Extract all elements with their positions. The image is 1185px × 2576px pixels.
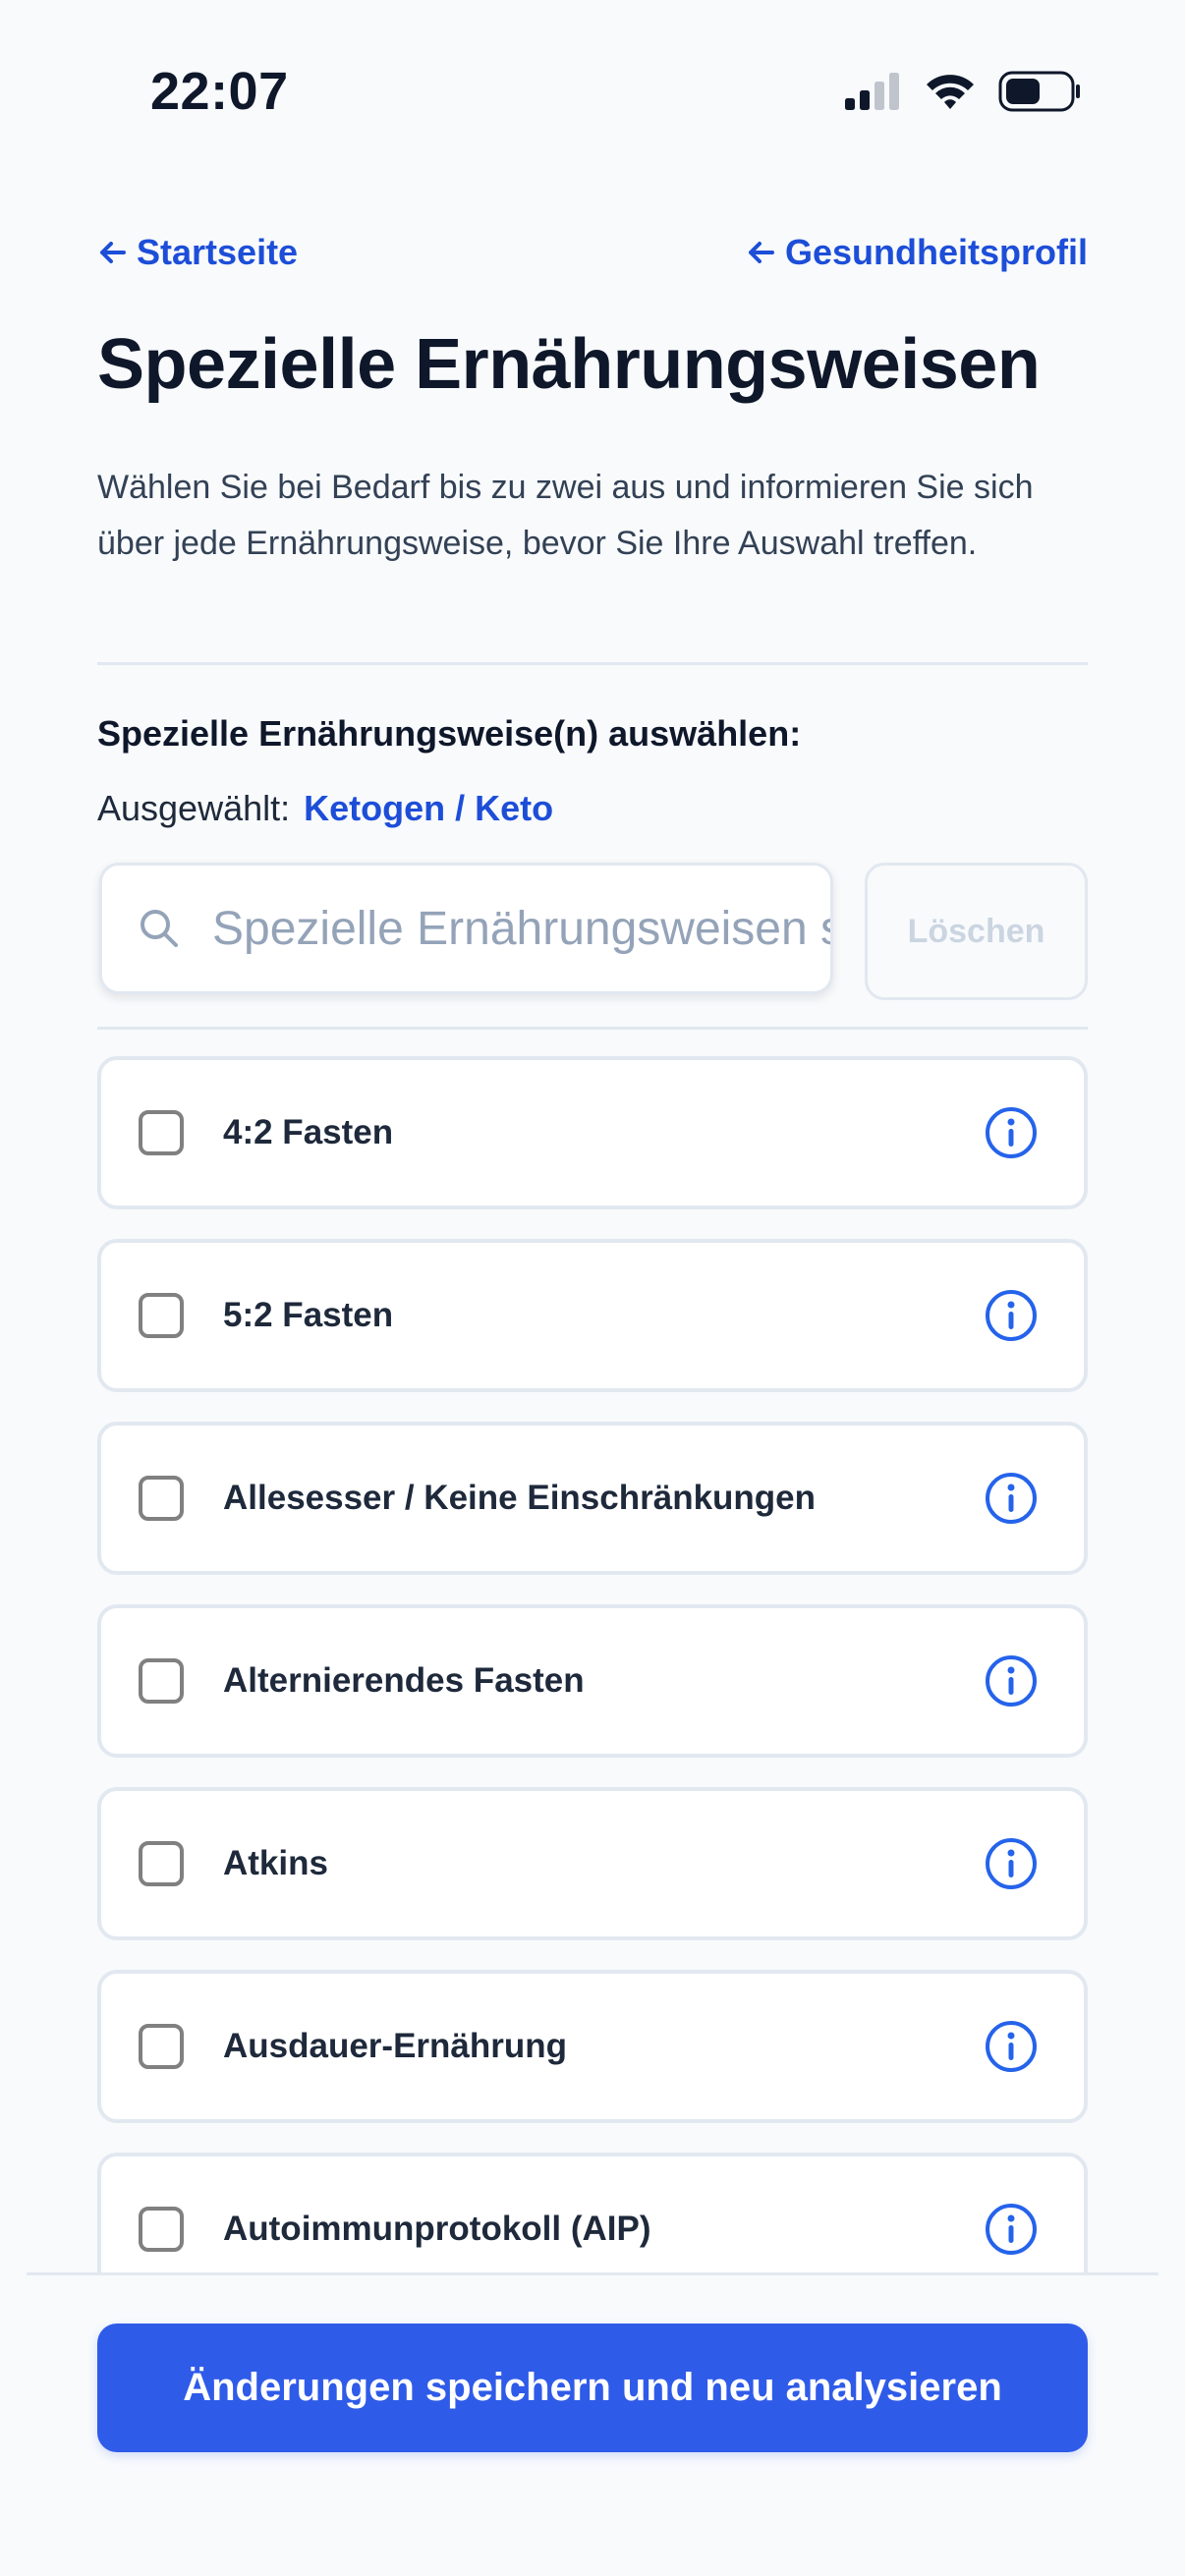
diet-list-item[interactable]: Ausdauer-Ernährung (97, 1970, 1088, 2123)
diet-list-item[interactable]: Alternierendes Fasten (97, 1604, 1088, 1758)
info-icon[interactable] (984, 1471, 1039, 1526)
battery-icon (998, 71, 1080, 112)
diet-list-item[interactable]: Autoimmunprotokoll (AIP) (97, 2153, 1088, 2272)
info-icon[interactable] (984, 2202, 1039, 2257)
diet-list-item[interactable]: Atkins (97, 1787, 1088, 1940)
diet-list-viewport[interactable]: 4:2 Fasten 5:2 Fasten Allesesser / Keine… (0, 1056, 1185, 2272)
diet-label: Ausdauer-Ernährung (223, 2027, 568, 2065)
arrow-left-icon (100, 242, 126, 263)
info-icon[interactable] (984, 2019, 1039, 2074)
info-icon[interactable] (984, 1836, 1039, 1891)
back-to-health-profile-label: Gesundheitsprofil (784, 232, 1088, 272)
status-time: 22:07 (150, 62, 289, 121)
diet-list-item[interactable]: Allesesser / Keine Einschränkungen (97, 1422, 1088, 1575)
back-to-health-profile-link[interactable]: Gesundheitsprofil (746, 232, 1088, 273)
diet-checkbox[interactable] (139, 1658, 184, 1704)
diet-label: 4:2 Fasten (223, 1113, 394, 1151)
diet-checkbox[interactable] (139, 1841, 184, 1886)
info-icon[interactable] (984, 1653, 1039, 1708)
selected-summary: Ausgewählt: Ketogen / Keto (97, 788, 553, 829)
intro-text: Wählen Sie bei Bedarf bis zu zwei aus un… (97, 469, 1034, 562)
clear-button[interactable]: Löschen (865, 863, 1088, 1000)
wifi-icon (927, 75, 974, 109)
divider (97, 1027, 1088, 1030)
status-bar: 22:07 (0, 0, 1185, 187)
diet-checkbox[interactable] (139, 1476, 184, 1521)
search-input[interactable] (212, 901, 830, 956)
diet-checkbox[interactable] (139, 1293, 184, 1338)
search-box[interactable] (99, 863, 833, 994)
diet-label: Atkins (223, 1844, 328, 1882)
back-to-home-label: Startseite (137, 232, 299, 272)
back-to-home-link[interactable]: Startseite (97, 232, 298, 273)
info-icon[interactable] (984, 1105, 1039, 1160)
diet-label: Alternierendes Fasten (223, 1661, 585, 1700)
page-title: Spezielle Ernährungsweisen (97, 325, 1041, 404)
search-icon (141, 910, 178, 947)
divider (97, 662, 1088, 665)
diet-list-item[interactable]: 4:2 Fasten (97, 1056, 1088, 1209)
status-icons (845, 71, 1081, 112)
save-and-reanalyze-button[interactable]: Änderungen speichern und neu analysieren (97, 2324, 1088, 2452)
diet-list-item[interactable]: 5:2 Fasten (97, 1239, 1088, 1392)
footer-divider (27, 2272, 1158, 2275)
section-label: Spezielle Ernährungsweise(n) auswählen: (97, 713, 802, 754)
diet-checkbox[interactable] (139, 2024, 184, 2069)
diet-label: 5:2 Fasten (223, 1296, 394, 1334)
diet-label: Autoimmunprotokoll (AIP) (223, 2210, 651, 2248)
diet-list: 4:2 Fasten 5:2 Fasten Allesesser / Keine… (97, 1056, 1088, 2272)
arrow-left-icon (748, 242, 774, 263)
diet-checkbox[interactable] (139, 2207, 184, 2252)
info-icon[interactable] (984, 1288, 1039, 1343)
selected-value[interactable]: Ketogen / Keto (304, 788, 553, 829)
top-nav: Startseite Gesundheitsprofil (97, 228, 1088, 277)
diet-checkbox[interactable] (139, 1110, 184, 1155)
selected-prefix: Ausgewählt: (97, 788, 291, 828)
signal-icon (845, 73, 899, 110)
diet-label: Allesesser / Keine Einschränkungen (223, 1479, 817, 1517)
